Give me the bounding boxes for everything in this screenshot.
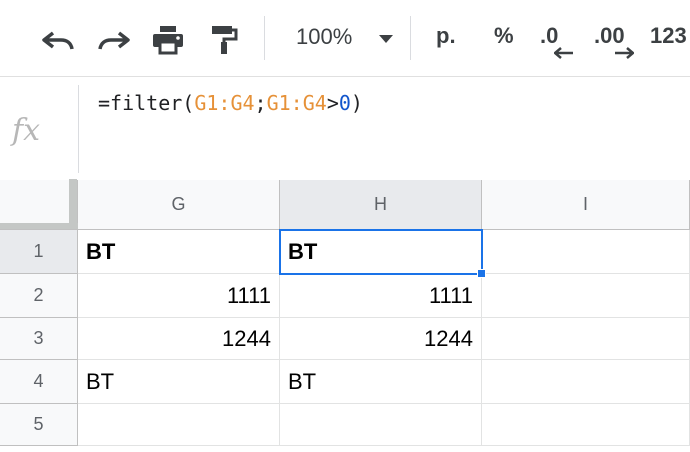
cell-g3[interactable]: 1244 [78,318,280,360]
row-header-2[interactable]: 2 [0,274,78,318]
cell-h3[interactable]: 1244 [280,318,482,360]
print-icon[interactable] [150,22,186,58]
formula-bar: fx =filter(G1:G4;G1:G4>0) [0,76,690,180]
percent-format-button[interactable]: % [494,23,514,49]
decrease-decimal-label: .0 [540,23,559,48]
cell-g4[interactable]: BT [78,360,280,404]
undo-icon[interactable] [40,22,76,58]
cell-h2[interactable]: 1111 [280,274,482,318]
formula-prefix: =filter( [98,91,195,115]
column-header-h[interactable]: H [280,180,482,230]
toolbar-separator [410,16,411,60]
column-header-g[interactable]: G [78,180,280,230]
formula-suffix: ) [350,91,363,115]
cell-i1[interactable] [482,230,690,274]
increase-decimal-label: .00 [594,23,625,48]
zoom-value: 100% [296,24,353,49]
spreadsheet-grid: G H I 1 BT BT 2 1111 1111 3 1244 1244 4 … [0,179,690,452]
chevron-down-icon [376,28,396,53]
row-header-4[interactable]: 4 [0,360,78,404]
currency-format-button[interactable]: р. [436,23,456,49]
toolbar: 100% р. % .0 .00 123 [0,0,690,76]
more-formats-button[interactable]: 123 [650,23,687,49]
cell-g5[interactable] [78,404,280,446]
zoom-select[interactable]: 100% [282,20,402,56]
cell-i4[interactable] [482,360,690,404]
increase-decimal-button[interactable]: .00 [594,23,640,63]
cell-h1[interactable]: BT [280,230,482,274]
select-all-corner[interactable] [0,179,78,230]
column-header-i[interactable]: I [482,180,690,230]
fx-icon: fx [12,113,41,148]
fill-handle[interactable] [477,269,486,278]
formula-input[interactable]: =filter(G1:G4;G1:G4>0) [98,91,363,115]
arrow-right-icon [615,47,634,59]
cell-i2[interactable] [482,274,690,318]
toolbar-separator [264,16,265,60]
formula-separator: ; [254,91,267,115]
formula-range-1: G1:G4 [194,91,255,115]
row-header-3[interactable]: 3 [0,318,78,360]
decrease-decimal-button[interactable]: .0 [540,23,580,63]
row-header-5[interactable]: 5 [0,404,78,446]
paint-format-icon[interactable] [206,22,242,58]
cell-i5[interactable] [482,404,690,446]
formula-range-2: G1:G4 [266,91,327,115]
cell-g1[interactable]: BT [78,230,280,274]
formula-bar-separator [78,85,79,173]
arrow-left-icon [554,47,573,59]
cell-g2[interactable]: 1111 [78,274,280,318]
cell-h4[interactable]: BT [280,360,482,404]
row-header-1[interactable]: 1 [0,230,78,274]
cell-i3[interactable] [482,318,690,360]
redo-icon[interactable] [96,22,132,58]
formula-operator: > [326,91,339,115]
formula-number: 0 [338,91,351,115]
cell-h5[interactable] [280,404,482,446]
